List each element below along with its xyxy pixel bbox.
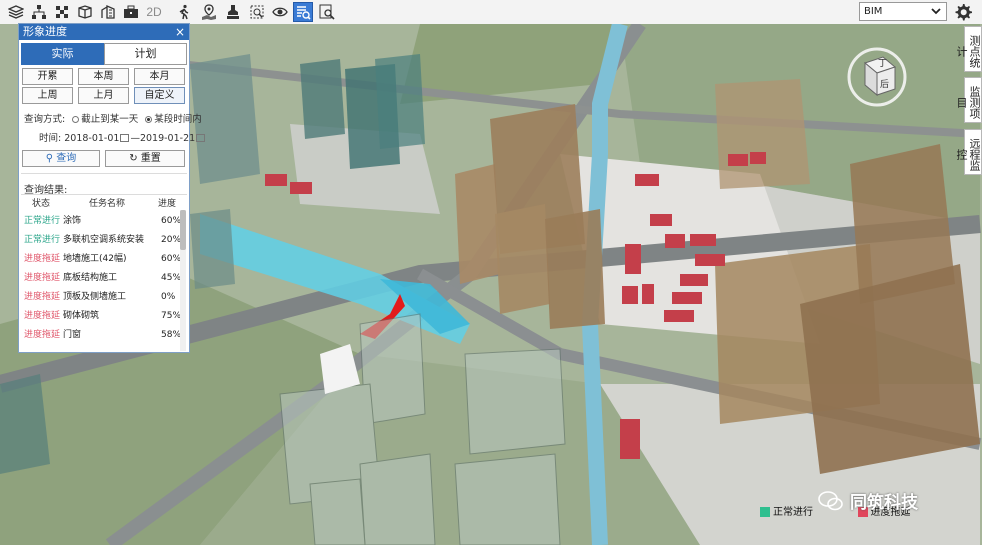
compass-face-label: 后 — [880, 79, 889, 90]
progress-panel: 形象进度 × 实际 计划 开累 本周 本月 上周 上月 自定义 查询方式: 截止… — [18, 23, 206, 353]
2d-icon[interactable]: 2D — [144, 2, 164, 22]
row-task: 涂饰 — [63, 216, 82, 226]
table-row[interactable]: 进度拖延 砌体砌筑 75% — [19, 307, 185, 326]
box-icon[interactable] — [75, 2, 95, 22]
main-toolbar: 2D BIM — [0, 0, 982, 25]
walk-icon[interactable] — [174, 2, 194, 22]
eye-icon[interactable] — [270, 2, 290, 22]
legend-normal-label: 正常进行 — [773, 507, 813, 518]
table-row[interactable]: 进度拖延 地墙施工(42幅) 60% — [19, 250, 185, 269]
row-status: 正常进行 — [24, 216, 61, 226]
time-range-row: 时间: 2018-01-01 —2019-01-21 — [39, 130, 206, 144]
table-row[interactable]: 进度拖延 底板结构施工 45% — [19, 269, 185, 288]
query-mode-label: 查询方式: — [24, 114, 66, 125]
close-icon[interactable]: × — [174, 24, 186, 40]
range-last-month-button[interactable]: 上月 — [78, 87, 129, 104]
panel-header: 形象进度 × — [19, 24, 189, 40]
view-cube-compass[interactable]: 丁 后 — [845, 45, 909, 109]
row-task: 门窗 — [63, 330, 82, 340]
row-progress: 75% — [161, 311, 182, 321]
reset-icon: ↻ — [129, 153, 138, 164]
tab-monitor-items[interactable]: 监测项目 — [955, 77, 982, 123]
tab-plan[interactable]: 计划 — [104, 43, 187, 65]
date-to-input[interactable]: 2019-01-21 — [140, 133, 195, 144]
table-row[interactable]: 正常进行 涂饰 60% — [19, 212, 185, 231]
query-button[interactable]: ⚲ 查询 — [22, 150, 100, 167]
calendar-icon[interactable] — [120, 134, 130, 142]
zoom-doc-icon[interactable] — [317, 2, 337, 22]
date-from-input[interactable]: 2018-01-01 — [64, 133, 119, 144]
progress-icon[interactable] — [293, 2, 313, 22]
time-label: 时间: — [39, 133, 62, 144]
query-button-label: 查询 — [56, 153, 77, 164]
row-progress: 0% — [161, 292, 176, 302]
row-progress: 58% — [161, 330, 182, 340]
calendar-icon[interactable] — [196, 134, 206, 142]
tree-icon[interactable] — [29, 2, 49, 22]
measure-icon[interactable] — [247, 2, 267, 22]
reset-button[interactable]: ↻ 重置 — [105, 150, 185, 167]
compass-top-label: 丁 — [878, 59, 887, 69]
legend-normal-swatch — [760, 507, 770, 517]
range-this-week-button[interactable]: 本周 — [78, 68, 129, 85]
bim-select-value: BIM — [864, 6, 883, 17]
row-progress: 20% — [161, 235, 182, 245]
briefcase-icon[interactable] — [121, 2, 141, 22]
divider — [21, 173, 187, 174]
range-cumulative-button[interactable]: 开累 — [22, 68, 73, 85]
building-icon[interactable] — [98, 2, 118, 22]
tab-remote-monitor[interactable]: 远程监控 — [955, 129, 982, 175]
row-status: 进度拖延 — [24, 311, 61, 321]
table-row[interactable]: 进度拖延 门窗 58% — [19, 326, 185, 345]
table-row[interactable]: 正常进行 多联机空调系统安装 20% — [19, 231, 185, 250]
row-task: 顶板及侧墙施工 — [63, 292, 127, 302]
range-custom-button[interactable]: 自定义 — [134, 87, 185, 104]
reset-button-label: 重置 — [140, 153, 161, 164]
col-status: 状态 — [32, 199, 51, 209]
row-progress: 60% — [161, 216, 182, 226]
col-progress: 进度 — [158, 199, 177, 209]
map-pin-icon[interactable] — [199, 2, 219, 22]
search-icon: ⚲ — [45, 153, 54, 164]
layers-icon[interactable] — [6, 2, 26, 22]
range-last-week-button[interactable]: 上周 — [22, 87, 73, 104]
row-task: 砌体砌筑 — [63, 311, 100, 321]
grid-icon[interactable] — [52, 2, 72, 22]
row-status: 正常进行 — [24, 235, 61, 245]
row-status: 进度拖延 — [24, 254, 61, 264]
watermark-text: 同筑科技 — [850, 493, 918, 513]
col-task: 任务名称 — [89, 199, 126, 209]
row-task: 多联机空调系统安装 — [63, 235, 145, 245]
option-until-label: 截止到某一天 — [81, 114, 139, 125]
table-row[interactable]: 进度拖延 顶板及侧墙施工 0% — [19, 288, 185, 307]
row-status: 进度拖延 — [24, 292, 61, 302]
radio-until-date[interactable] — [72, 115, 80, 123]
option-period-label: 某段时间内 — [154, 114, 202, 125]
panel-title: 形象进度 — [23, 25, 67, 38]
row-status: 进度拖延 — [24, 273, 61, 283]
row-progress: 45% — [161, 273, 182, 283]
query-mode-row: 查询方式: 截止到某一天 某段时间内 — [24, 111, 202, 125]
tab-point-statistics[interactable]: 测点统计 — [955, 26, 982, 72]
range-this-month-button[interactable]: 本月 — [134, 68, 185, 85]
chevron-down-icon — [931, 8, 941, 15]
wechat-logo-icon — [818, 491, 843, 511]
stamp-icon[interactable] — [223, 2, 243, 22]
results-table-header: 状态 任务名称 进度 — [19, 196, 185, 210]
tab-actual[interactable]: 实际 — [21, 43, 104, 65]
divider — [21, 194, 187, 195]
row-task: 地墙施工(42幅) — [63, 254, 127, 264]
gear-icon[interactable] — [953, 2, 973, 22]
row-task: 底板结构施工 — [63, 273, 118, 283]
results-scroll-thumb[interactable] — [180, 210, 186, 250]
row-progress: 60% — [161, 254, 182, 264]
row-status: 进度拖延 — [24, 330, 61, 340]
radio-period[interactable] — [145, 115, 153, 123]
bim-select[interactable]: BIM — [859, 2, 947, 21]
